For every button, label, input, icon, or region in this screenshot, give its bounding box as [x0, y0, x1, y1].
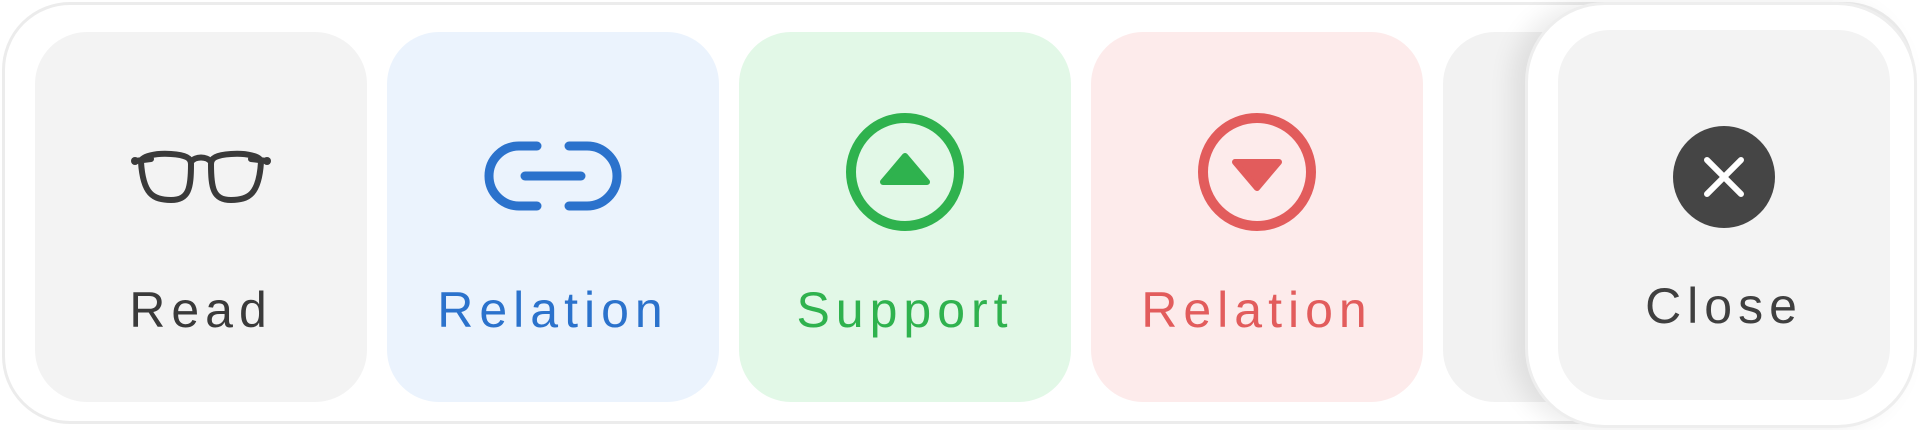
support-label: Support [796, 282, 1014, 338]
relation-label: Relation [1141, 282, 1373, 338]
relation-link-button[interactable]: Relation [387, 32, 719, 402]
read-button[interactable]: Read [35, 32, 367, 402]
arrow-up-circle-icon [846, 113, 964, 231]
close-button[interactable]: Close [1558, 30, 1890, 400]
close-panel: Close [1525, 2, 1917, 428]
close-label: Close [1645, 278, 1803, 334]
relation-oppose-button[interactable]: Relation [1091, 32, 1423, 402]
read-label: Read [129, 282, 273, 338]
close-circle-icon [1673, 126, 1775, 228]
relation-label: Relation [437, 282, 669, 338]
support-button[interactable]: Support [739, 32, 1071, 402]
link-icon [484, 141, 622, 211]
glasses-icon [131, 150, 271, 203]
arrow-down-circle-icon [1198, 113, 1316, 231]
